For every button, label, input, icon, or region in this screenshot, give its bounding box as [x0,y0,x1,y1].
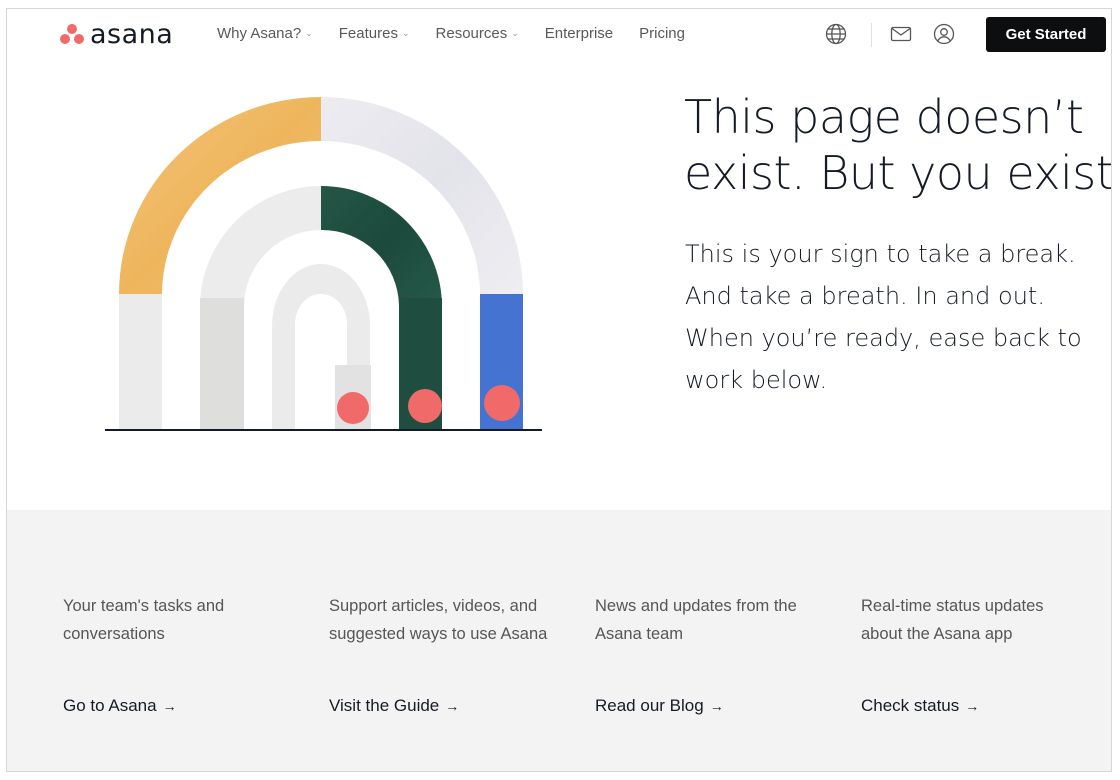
chevron-down-icon: ⌄ [511,28,519,38]
nav-label: Enterprise [544,25,614,42]
description-line: about the Asana app [861,625,1013,643]
asana-logo-icon [59,24,85,44]
nav-enterprise[interactable]: Enterprise [545,25,613,42]
nav-label: Why Asana? [217,25,302,42]
asana-logo[interactable]: asana [59,18,174,50]
link-card-blog: News and updates from the Asana team Rea… [595,592,840,715]
chevron-down-icon: ⌄ [305,28,313,38]
nav-label: Resources [435,25,508,42]
arrow-right-icon: → [445,698,460,714]
browser-viewport: asana Why Asana? ⌄ Features ⌄ Resources … [6,8,1112,772]
link-card-guide: Support articles, videos, and suggested … [329,592,574,715]
nav-resources[interactable]: Resources ⌄ [436,25,519,42]
description-line: News and updates from the [595,597,797,615]
subtext-line: work below. [685,366,828,394]
nav-label: Features [338,25,398,42]
description-line: Real-time status updates [861,597,1044,615]
description-line: suggested ways to use Asana [329,625,548,643]
visit-guide-link[interactable]: Visit the Guide → [329,696,459,716]
description-line: conversations [63,625,165,643]
link-label: Check status [861,696,960,715]
nav-label: Pricing [639,25,685,42]
resource-links-section: Your team's tasks and conversations Go t… [7,510,1111,771]
description-line: Your team's tasks and [63,597,225,615]
link-card-status: Real-time status updates about the Asana… [861,592,1106,715]
nav-pricing[interactable]: Pricing [639,25,685,42]
globe-icon[interactable] [824,22,848,46]
description-line: Support articles, videos, and [329,597,538,615]
nav-features[interactable]: Features ⌄ [339,25,410,42]
headline-line: This page doesn’t [684,90,1084,144]
link-card-asana: Your team's tasks and conversations Go t… [63,592,308,715]
logo-wordmark: asana [90,18,174,50]
subtext-line: And take a breath. In and out. [685,282,1045,310]
link-description: Your team's tasks and conversations [63,592,308,676]
link-description: Real-time status updates about the Asana… [861,592,1106,676]
nav-why-asana[interactable]: Why Asana? ⌄ [217,25,313,42]
link-label: Go to Asana [63,696,157,715]
page-title: This page doesn’t exist. But you exist. [684,89,1112,201]
rainbow-arch-illustration [95,97,555,442]
get-started-button[interactable]: Get Started [986,17,1106,52]
user-icon[interactable] [932,22,956,46]
headline-line: exist. But you exist. [684,146,1112,200]
read-blog-link[interactable]: Read our Blog → [595,696,724,716]
subtext-line: When you’re ready, ease back to [685,324,1082,352]
arrow-right-icon: → [709,698,724,714]
link-label: Read our Blog [595,696,704,715]
header-divider [871,23,872,47]
link-description: News and updates from the Asana team [595,592,840,676]
chevron-down-icon: ⌄ [401,28,410,38]
link-description: Support articles, videos, and suggested … [329,592,574,676]
hero-subtext: This is your sign to take a break. And t… [685,233,1105,401]
link-label: Visit the Guide [329,696,440,715]
check-status-link[interactable]: Check status → [861,696,979,716]
description-line: Asana team [595,625,684,643]
subtext-line: This is your sign to take a break. [685,240,1076,268]
mail-icon[interactable] [889,22,913,46]
arrow-right-icon: → [162,698,177,714]
top-navigation: asana Why Asana? ⌄ Features ⌄ Resources … [7,9,1111,61]
go-to-asana-link[interactable]: Go to Asana → [63,696,177,716]
arrow-right-icon: → [965,698,980,714]
main-nav: Why Asana? ⌄ Features ⌄ Resources ⌄ Ente… [217,25,711,42]
